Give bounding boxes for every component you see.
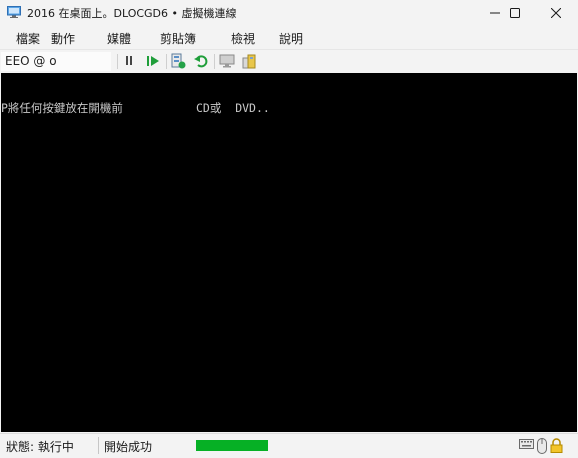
menu-file[interactable]: 檔案 [16, 30, 40, 47]
status-state: 狀態: 執行中 [6, 440, 74, 454]
mouse-icon [537, 438, 547, 454]
share-icon[interactable] [241, 53, 257, 69]
vm-screen[interactable]: P將任何按鍵放在開機前 CD或 DVD.. [1, 73, 577, 432]
keyboard-icon [519, 439, 534, 449]
status-progress-bar [196, 440, 268, 451]
maximize-icon [510, 8, 520, 18]
status-message: 開始成功 [104, 440, 153, 454]
menu-clipboard[interactable]: 剪貼簿 [160, 30, 196, 47]
toolbar-combo[interactable]: EEO @ o [1, 52, 111, 71]
window-title: 2016 在桌面上。DLOCGD6 • 虛擬機連線 [27, 7, 237, 20]
close-button[interactable] [538, 0, 574, 26]
vm-connect-icon[interactable] [7, 6, 21, 18]
status-progress-fill [196, 440, 268, 451]
menu-view[interactable]: 檢視 [231, 30, 255, 47]
vm-connection-window: 2016 在桌面上。DLOCGD6 • 虛擬機連線 檔案 動作 媒體 剪貼簿 檢… [0, 0, 578, 458]
status-bar: 狀態: 執行中 開始成功 [0, 433, 578, 458]
menu-bar: 檔案 動作 媒體 剪貼簿 檢視 說明 [0, 27, 578, 48]
enhanced-session-icon[interactable] [219, 53, 235, 69]
toolbar-separator [214, 54, 215, 69]
pause-icon[interactable] [121, 53, 137, 69]
resume-icon[interactable] [145, 53, 161, 69]
menu-action[interactable]: 動作 [51, 30, 75, 47]
checkpoint-icon[interactable] [170, 53, 186, 69]
toolbar-separator [117, 54, 118, 69]
maximize-button[interactable] [497, 0, 533, 26]
lock-icon [550, 438, 563, 453]
close-icon [551, 8, 561, 18]
revert-icon[interactable] [193, 53, 209, 69]
console-text: CD或 DVD.. [196, 101, 270, 115]
console-text: P將任何按鍵放在開機前 [1, 101, 123, 115]
menu-help[interactable]: 說明 [279, 30, 303, 47]
title-bar[interactable]: 2016 在桌面上。DLOCGD6 • 虛擬機連線 [0, 0, 578, 26]
toolbar-combo-value: EEO @ o [5, 54, 57, 68]
toolbar-separator [166, 54, 167, 69]
toolbar: EEO @ o [0, 49, 578, 73]
menu-media[interactable]: 媒體 [107, 30, 131, 47]
status-separator [98, 437, 99, 454]
